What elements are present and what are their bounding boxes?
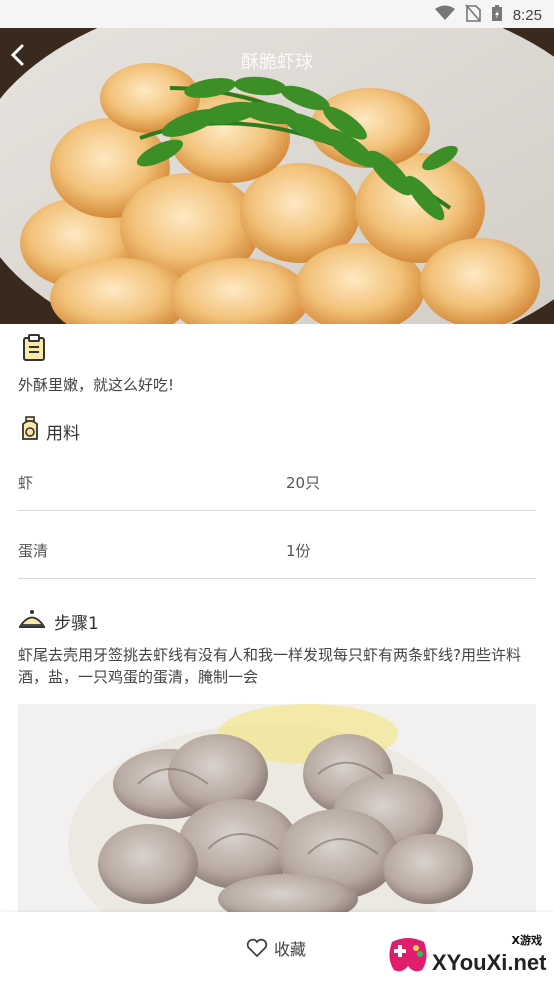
clipboard-icon [22,334,46,366]
recipe-intro: 外酥里嫩，就这么好吃! [18,376,175,394]
battery-icon [491,4,503,26]
watermark-text: XYouXi.net [432,950,547,975]
step-image [18,704,536,914]
ingredient-name: 蛋清 [18,542,49,560]
ingredient-qty: 1份 [286,542,311,560]
ingredient-qty: 20只 [286,474,321,492]
bottom-bar: 收藏 X游戏 XYouXi.net [0,912,554,986]
heart-icon [246,938,268,958]
cloche-icon [18,608,46,635]
watermark-logo: X游戏 XYouXi.net [384,926,554,982]
no-sim-icon [465,4,481,26]
status-icons: 8:25 [434,4,542,26]
page-title: 酥脆虾球 [241,52,313,73]
step-description: 虾尾去壳用牙签挑去虾线有没有人和我一样发现每只虾有两条虾线?用些许料酒，盐，一只… [18,646,521,686]
favorite-button[interactable]: 收藏 [246,936,306,960]
watermark-small-text: X游戏 [511,934,542,947]
ingredient-name: 虾 [18,474,34,492]
status-bar: 8:25 [0,0,554,28]
ingredient-row: 虾 20只 [18,442,536,511]
step-title: 步骤1 [54,614,99,634]
ingredient-row: 蛋清 1份 [18,510,536,579]
gamepad-icon [389,938,427,972]
status-time: 8:25 [512,6,542,24]
hero-image: 酥脆虾球 [0,28,554,324]
wifi-icon [434,5,455,25]
favorite-label: 收藏 [274,940,307,959]
ingredients-title: 用料 [46,424,80,444]
raw-shrimp-photo [18,704,536,914]
step-heading: 步骤1 [18,608,99,635]
